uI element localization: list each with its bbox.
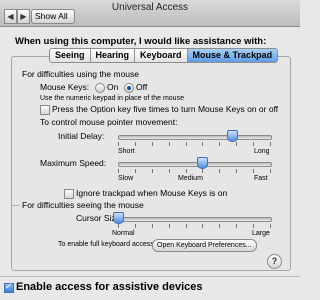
back-arrow-icon: ◀ (7, 12, 14, 21)
max-speed-thumb[interactable] (197, 157, 208, 169)
initial-delay-label: Initial Delay: (58, 131, 105, 141)
max-speed-mid-label: Medium (178, 175, 203, 182)
section-divider (12, 205, 20, 206)
help-icon: ? (271, 256, 278, 266)
slider-tick (135, 224, 136, 228)
tab-keyboard[interactable]: Keyboard (135, 49, 188, 62)
slider-tick (186, 224, 187, 228)
forward-arrow-icon: ▶ (20, 12, 27, 21)
slider-tick (236, 169, 237, 173)
title-bar: Universal Access ◀ ▶ Show All (0, 0, 300, 27)
slider-tick (270, 224, 271, 228)
slider-tick (219, 142, 220, 146)
max-speed-ticks (118, 169, 272, 173)
max-speed-max-label: Fast (254, 175, 268, 182)
slider-tick (219, 169, 220, 173)
slider-tick (253, 169, 254, 173)
cursor-size-max-label: Large (252, 230, 270, 237)
cursor-size-ticks (118, 224, 272, 228)
slider-tick (186, 142, 187, 146)
intro-text: When using this computer, I would like a… (15, 36, 267, 47)
slider-tick (219, 224, 220, 228)
slider-tick (135, 169, 136, 173)
cursor-size-min-label: Normal (112, 230, 135, 237)
help-button[interactable]: ? (267, 254, 282, 269)
slider-tick (118, 224, 119, 228)
assistive-devices-checkbox[interactable] (4, 281, 14, 293)
slider-tick (253, 224, 254, 228)
initial-delay-slider[interactable] (118, 135, 272, 140)
mouse-keys-on-label: On (107, 82, 119, 92)
cursor-size-thumb[interactable] (113, 212, 124, 224)
pointer-control-label: To control mouse pointer movement: (40, 117, 178, 127)
slider-tick (186, 169, 187, 173)
tab-bar: Seeing Hearing Keyboard Mouse & Trackpad (49, 48, 279, 63)
footer-divider (0, 276, 300, 277)
slider-tick (118, 142, 119, 146)
slider-tick (169, 142, 170, 146)
slider-tick (270, 142, 271, 146)
max-speed-slider[interactable] (118, 162, 272, 167)
assistive-devices-label: Enable access for assistive devices (16, 281, 203, 293)
ignore-trackpad-label: Ignore trackpad when Mouse Keys is on (76, 188, 228, 198)
mouse-keys-off-radio[interactable] (124, 83, 134, 93)
back-button[interactable]: ◀ (4, 9, 17, 24)
show-all-button[interactable]: Show All (31, 9, 75, 24)
slider-tick (270, 169, 271, 173)
max-speed-label: Maximum Speed: (40, 158, 107, 168)
slider-tick (135, 142, 136, 146)
section-mouse-seeing: For difficulties seeing the mouse (22, 200, 144, 210)
initial-delay-min-label: Short (118, 148, 135, 155)
forward-button[interactable]: ▶ (17, 9, 30, 24)
slider-tick (169, 169, 170, 173)
tab-mouse-trackpad[interactable]: Mouse & Trackpad (187, 49, 278, 62)
slider-tick (152, 224, 153, 228)
section-mouse-using: For difficulties using the mouse (22, 69, 140, 79)
slider-tick (253, 142, 254, 146)
full-keyboard-label: To enable full keyboard access: (58, 241, 156, 248)
slider-tick (152, 169, 153, 173)
cursor-size-slider[interactable] (118, 217, 272, 222)
slider-tick (169, 224, 170, 228)
initial-delay-thumb[interactable] (227, 130, 238, 142)
numeric-keypad-hint: Use the numeric keypad in place of the m… (40, 95, 184, 102)
initial-delay-ticks (118, 142, 272, 146)
slider-tick (202, 142, 203, 146)
slider-tick (236, 224, 237, 228)
ignore-trackpad-checkbox[interactable] (64, 189, 74, 199)
tab-hearing[interactable]: Hearing (90, 49, 136, 62)
slider-tick (118, 169, 119, 173)
slider-tick (202, 169, 203, 173)
option-key-checkbox[interactable] (40, 105, 50, 115)
open-keyboard-preferences-button[interactable]: Open Keyboard Preferences... (152, 239, 257, 252)
mouse-keys-label: Mouse Keys: (40, 82, 90, 92)
option-key-label: Press the Option key five times to turn … (52, 104, 279, 114)
mouse-keys-on-radio[interactable] (95, 83, 105, 93)
tab-seeing[interactable]: Seeing (50, 49, 91, 62)
initial-delay-max-label: Long (254, 148, 270, 155)
slider-tick (152, 142, 153, 146)
mouse-keys-off-label: Off (136, 82, 148, 92)
max-speed-min-label: Slow (118, 175, 134, 182)
slider-tick (236, 142, 237, 146)
slider-tick (202, 224, 203, 228)
